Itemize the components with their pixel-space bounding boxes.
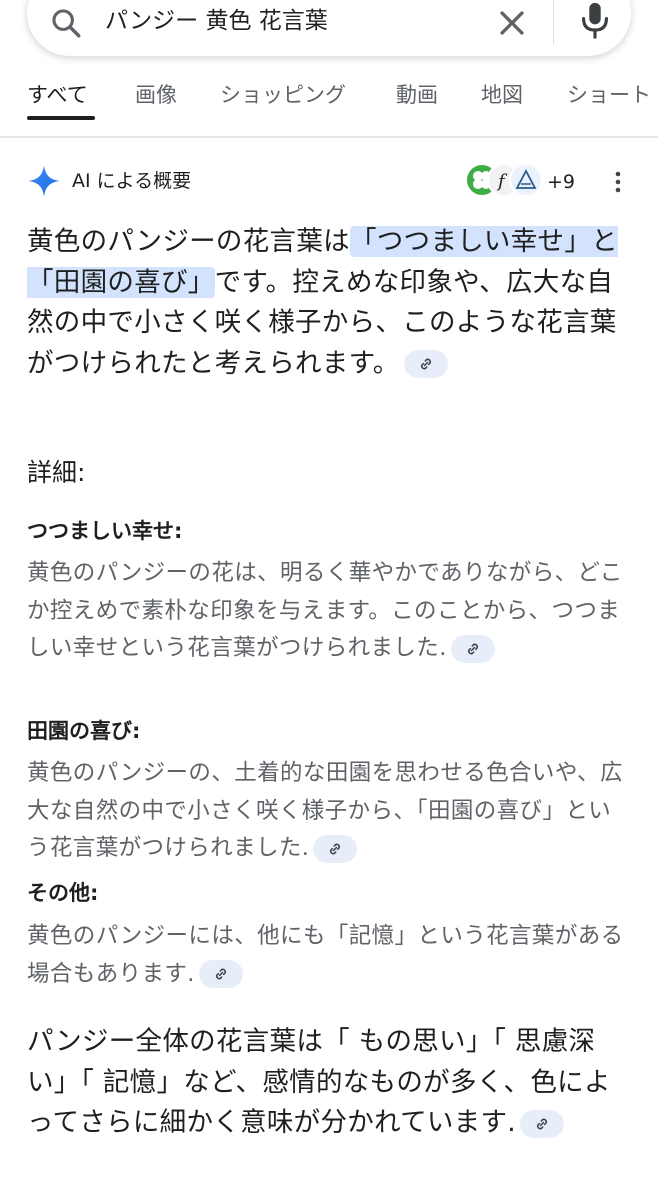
details-heading: 詳細: xyxy=(27,458,86,487)
link-icon xyxy=(215,968,226,980)
ai-overview-answer: 黄色のパンジーの花言葉は「つつましい幸せ」と「田園の喜び」です。控えめな印象や、… xyxy=(27,222,623,384)
ai-overview-closing: パンジー全体の花言葉は「 もの思い」「 思慮深い」「 記憶」など、感情的なものが… xyxy=(27,1022,627,1144)
source-link-chip[interactable] xyxy=(450,634,495,663)
search-input[interactable]: パンジー 黄色 花言葉 xyxy=(105,6,328,36)
svg-text:f: f xyxy=(496,171,508,192)
search-bar[interactable]: パンジー 黄色 花言葉 xyxy=(27,0,631,56)
section-text: 黄色のパンジーの花は、明るく華やかでありながら、どこか控えめで素朴な印象を与えま… xyxy=(27,560,623,661)
active-tab-indicator xyxy=(27,116,95,120)
tab-videos[interactable]: 動画 xyxy=(396,81,438,109)
tab-shopping[interactable]: ショッピング xyxy=(220,81,346,109)
section-title-pastoral-joy: 田園の喜び: xyxy=(27,719,141,743)
section-text: 黄色のパンジーには、他にも「記憶」という花言葉がある場合もあります. xyxy=(27,923,624,987)
microphone-icon[interactable] xyxy=(577,0,613,40)
search-tabs: すべて 画像 ショッピング 動画 地図 ショート xyxy=(0,68,658,138)
source-link-chip[interactable] xyxy=(520,1109,565,1138)
more-vert-icon[interactable] xyxy=(607,168,629,196)
source-favicon-triangle xyxy=(509,163,543,197)
section-body-pastoral-joy: 黄色のパンジーの、土着的な田園を思わせる色合いや、広大な自然の中で小さく咲く様子… xyxy=(27,755,633,868)
search-divider xyxy=(553,0,554,44)
source-favicons[interactable]: f xyxy=(465,163,545,199)
ai-overview-header: AI による概要 f +9 xyxy=(27,162,631,202)
link-icon xyxy=(467,643,478,654)
section-title-other: その他: xyxy=(27,881,99,905)
close-icon[interactable] xyxy=(495,6,529,40)
source-link-chip[interactable] xyxy=(198,960,243,988)
tab-maps[interactable]: 地図 xyxy=(481,81,523,109)
source-count[interactable]: +9 xyxy=(547,168,575,196)
tab-all[interactable]: すべて xyxy=(27,81,88,109)
ai-overview-title: AI による概要 xyxy=(72,170,192,192)
section-body-modest-happiness: 黄色のパンジーの花は、明るく華やかでありながら、どこか控えめで素朴な印象を与えま… xyxy=(27,555,633,668)
answer-text: 黄色のパンジーの花言葉は xyxy=(27,226,350,257)
tab-shorts[interactable]: ショート xyxy=(567,81,651,109)
search-icon xyxy=(52,9,81,38)
section-body-other: 黄色のパンジーには、他にも「記憶」という花言葉がある場合もあります. xyxy=(27,918,633,993)
link-icon xyxy=(536,1118,548,1129)
tab-images[interactable]: 画像 xyxy=(135,81,177,109)
link-icon xyxy=(420,358,431,370)
source-link-chip[interactable] xyxy=(313,834,358,863)
gemini-sparkle-icon xyxy=(28,165,60,197)
source-link-chip[interactable] xyxy=(403,350,448,378)
section-title-modest-happiness: つつましい幸せ: xyxy=(27,519,183,543)
link-icon xyxy=(330,843,341,854)
